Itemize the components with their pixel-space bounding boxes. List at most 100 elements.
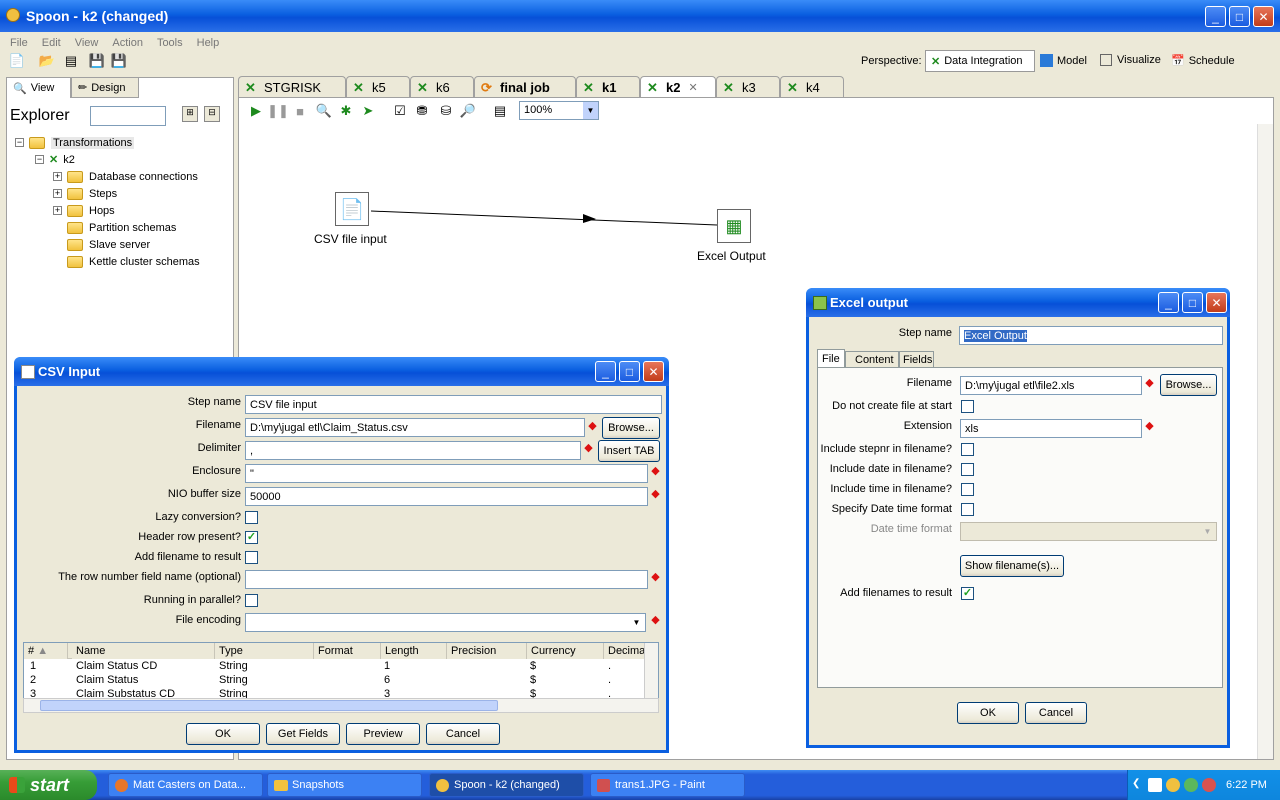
menu-view[interactable]: View	[75, 37, 99, 49]
perspective-model[interactable]: Model	[1040, 54, 1087, 67]
browse-button[interactable]: Browse...	[602, 417, 660, 439]
running-parallel-checkbox[interactable]	[245, 594, 258, 607]
variable-icon[interactable]: ◆	[650, 489, 661, 500]
close-button[interactable]: ✕	[1253, 6, 1274, 27]
save-as-icon[interactable]: 💾	[110, 52, 128, 70]
variable-icon[interactable]: ◆	[1144, 421, 1155, 432]
task-spoon[interactable]: Spoon - k2 (changed)	[429, 773, 584, 797]
variable-icon[interactable]: ◆	[1144, 378, 1155, 389]
step-name-input[interactable]: Excel Output	[959, 326, 1223, 345]
save-icon[interactable]: 💾	[88, 52, 106, 70]
cancel-button[interactable]: Cancel	[426, 723, 500, 745]
csv-file-input-node[interactable]: 📄	[335, 192, 369, 226]
explorer-search-input[interactable]	[90, 106, 166, 126]
perspective-data-integration[interactable]: ✕ Data Integration	[925, 50, 1035, 72]
collapse-icon[interactable]: −	[15, 138, 24, 147]
collapse-icon[interactable]: −	[35, 155, 44, 164]
tab-k2[interactable]: ✕ k2 ✕	[640, 76, 716, 98]
tab-final-job[interactable]: ⟳ final job	[474, 76, 576, 98]
variable-icon[interactable]: ◆	[650, 615, 661, 626]
tab-close-icon[interactable]: ✕	[688, 81, 697, 94]
col-header-format[interactable]: Format	[314, 643, 381, 659]
tray-icon[interactable]	[1148, 778, 1162, 792]
tray-icon[interactable]	[1202, 778, 1216, 792]
maximize-button[interactable]: □	[1229, 6, 1250, 27]
expand-icon[interactable]: +	[53, 172, 62, 181]
tree-item-kettle-cluster-schemas[interactable]: Kettle cluster schemas	[67, 253, 200, 270]
col-header-length[interactable]: Length	[381, 643, 447, 659]
filename-input[interactable]: D:\my\jugal etl\Claim_Status.csv	[245, 418, 585, 437]
task-snapshots[interactable]: Snapshots	[267, 773, 422, 797]
col-header-name[interactable]: Name	[72, 643, 215, 659]
explore-repository-icon[interactable]: ▤	[62, 52, 80, 70]
delimiter-input[interactable]: ,	[245, 441, 581, 460]
tree-transformations[interactable]: − Transformations	[15, 134, 135, 151]
vertical-scrollbar[interactable]	[1257, 124, 1273, 759]
variable-icon[interactable]: ◆	[650, 572, 661, 583]
task-paint[interactable]: trans1.JPG - Paint	[590, 773, 745, 797]
tab-fields[interactable]: Fields	[899, 351, 934, 368]
tab-k3[interactable]: ✕ k3	[716, 76, 780, 98]
expand-icon[interactable]: +	[53, 206, 62, 215]
tab-k5[interactable]: ✕ k5	[346, 76, 410, 98]
ok-button[interactable]: OK	[186, 723, 260, 745]
perspective-visualize[interactable]: Visualize	[1100, 54, 1161, 66]
expand-all-icon[interactable]: ⊞	[182, 106, 198, 122]
specify-date-format-checkbox[interactable]	[961, 503, 974, 516]
cancel-button[interactable]: Cancel	[1025, 702, 1087, 724]
open-folder-icon[interactable]: 📂	[38, 52, 56, 70]
menu-tools[interactable]: Tools	[157, 37, 183, 49]
task-firefox[interactable]: Matt Casters on Data...	[108, 773, 263, 797]
menu-file[interactable]: File	[10, 37, 28, 49]
tree-item-partition-schemas[interactable]: Partition schemas	[67, 219, 176, 236]
tray-icon[interactable]	[1184, 778, 1198, 792]
nio-buffer-input[interactable]: 50000	[245, 487, 648, 506]
tree-k2[interactable]: − ✕ k2	[35, 151, 75, 168]
new-file-icon[interactable]: 📄	[8, 52, 26, 70]
excel-output-node[interactable]: ▦	[717, 209, 751, 243]
tree-item-slave-server[interactable]: Slave server	[67, 236, 150, 253]
col-header-precision[interactable]: Precision	[447, 643, 527, 659]
col-header-currency[interactable]: Currency	[527, 643, 604, 659]
table-row[interactable]: 2 Claim Status String 6 $ .	[24, 674, 644, 688]
csv-dialog-minimize[interactable]: _	[595, 361, 616, 382]
view-tab[interactable]: 🔍 View	[7, 78, 71, 98]
variable-icon[interactable]: ◆	[650, 466, 661, 477]
ok-button[interactable]: OK	[957, 702, 1019, 724]
show-filenames-button[interactable]: Show filename(s)...	[960, 555, 1064, 577]
header-row-checkbox[interactable]: ✓	[245, 531, 258, 544]
tab-k1[interactable]: ✕ k1	[576, 76, 640, 98]
minimize-button[interactable]: _	[1205, 6, 1226, 27]
include-stepnr-checkbox[interactable]	[961, 443, 974, 456]
tab-k4[interactable]: ✕ k4	[780, 76, 844, 98]
menu-edit[interactable]: Edit	[42, 37, 61, 49]
col-header-number[interactable]: # ▲	[24, 643, 68, 659]
table-vertical-scrollbar[interactable]	[644, 643, 658, 699]
table-row[interactable]: 1 Claim Status CD String 1 $ .	[24, 660, 644, 674]
add-filenames-checkbox[interactable]: ✓	[961, 587, 974, 600]
extension-input[interactable]: xls	[960, 419, 1142, 438]
include-time-checkbox[interactable]	[961, 483, 974, 496]
include-date-checkbox[interactable]	[961, 463, 974, 476]
row-number-input[interactable]	[245, 570, 648, 589]
excel-dialog-maximize[interactable]: □	[1182, 292, 1203, 313]
expand-icon[interactable]: +	[53, 189, 62, 198]
table-horizontal-scrollbar[interactable]	[23, 698, 659, 713]
tree-item-steps[interactable]: + Steps	[53, 185, 117, 202]
lazy-conversion-checkbox[interactable]	[245, 511, 258, 524]
variable-icon[interactable]: ◆	[583, 443, 594, 454]
col-header-type[interactable]: Type	[215, 643, 314, 659]
tree-item-hops[interactable]: + Hops	[53, 202, 115, 219]
tab-stgrisk[interactable]: ✕ STGRISK	[238, 76, 346, 98]
enclosure-input[interactable]: "	[245, 464, 648, 483]
get-fields-button[interactable]: Get Fields	[266, 723, 340, 745]
tab-content[interactable]: Content	[845, 351, 899, 368]
start-button[interactable]: start	[0, 770, 97, 800]
tray-icon[interactable]	[1166, 778, 1180, 792]
tab-file[interactable]: File	[817, 349, 845, 368]
variable-icon[interactable]: ◆	[587, 421, 598, 432]
add-filename-checkbox[interactable]	[245, 551, 258, 564]
csv-dialog-maximize[interactable]: □	[619, 361, 640, 382]
perspective-schedule[interactable]: 📅 Schedule	[1171, 54, 1235, 68]
scroll-thumb[interactable]	[40, 700, 498, 711]
